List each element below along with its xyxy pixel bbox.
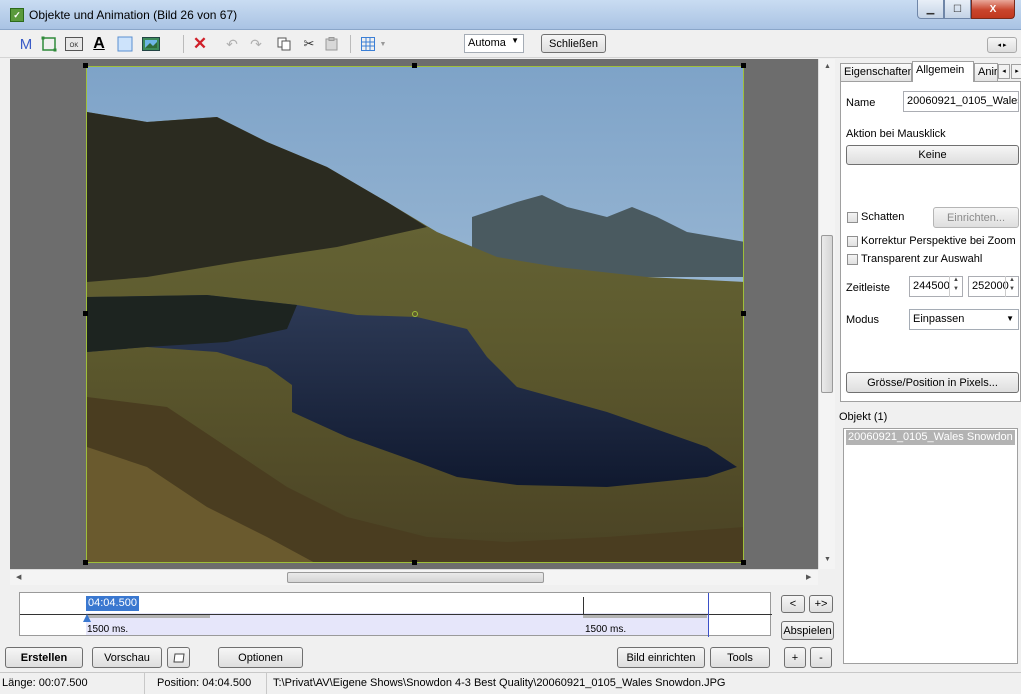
paste-icon[interactable]	[324, 35, 340, 53]
transparent-checkbox[interactable]	[847, 254, 858, 265]
svg-text:OK: OK	[70, 43, 79, 49]
maximize-button[interactable]: ☐	[944, 0, 971, 19]
shadow-checkbox[interactable]	[847, 212, 858, 223]
undo-icon[interactable]: ↶	[224, 35, 240, 53]
scroll-left-icon[interactable]: ◀	[16, 573, 21, 581]
general-tab-page: Name 20060921_0105_Wales Sr Aktion bei M…	[840, 81, 1021, 402]
mode-dropdown[interactable]: Einpassen ▼	[909, 309, 1019, 330]
image-tool-icon[interactable]	[141, 35, 161, 53]
time-start-value: 244500	[913, 280, 950, 292]
vertical-scrollbar[interactable]: ▲ ▼	[818, 59, 835, 569]
name-label: Name	[846, 97, 876, 109]
tab-animation[interactable]: Anir	[974, 63, 998, 81]
app-icon: ✓	[10, 8, 24, 22]
status-bar: Länge: 00:07.500 Position: 04:04.500 T:\…	[0, 672, 1021, 694]
click-action-label: Aktion bei Mausklick	[846, 128, 946, 140]
screen-button[interactable]	[167, 647, 190, 668]
tab-scroll-right-icon[interactable]: ▸	[1011, 64, 1021, 79]
timeline-current-time[interactable]: 04:04.500	[86, 596, 139, 611]
toolbar: M OK A ✕ ↶ ↷ ✂ ▼ Automa ▼ Schließen ◂ ▸	[0, 30, 1021, 58]
perspective-checkbox[interactable]	[847, 236, 858, 247]
shadow-setup-button[interactable]: Einrichten...	[933, 207, 1019, 228]
tab-scroll-left-icon[interactable]: ◂	[998, 64, 1010, 79]
frame-tool-icon[interactable]	[116, 35, 134, 53]
mode-select-value: Automa	[468, 37, 506, 49]
status-position: Position: 04:04.500	[145, 673, 267, 694]
shadow-label: Schatten	[861, 211, 905, 223]
status-length: Länge: 00:07.500	[0, 673, 145, 694]
properties-tabs: Eigenschaften Allgemein Anir ◂ ▸	[840, 61, 1021, 82]
m-tool-icon[interactable]: M	[18, 35, 34, 53]
vertical-scroll-thumb[interactable]	[821, 235, 833, 393]
cut-icon[interactable]: ✂	[302, 35, 316, 53]
window-controls: ▁ ☐ X	[917, 0, 1015, 20]
click-action-button[interactable]: Keine	[846, 145, 1019, 165]
playhead-marker-icon[interactable]	[83, 614, 91, 622]
name-field[interactable]: 20060921_0105_Wales Sr	[903, 91, 1019, 112]
timeline-left-duration: 1500 ms.	[87, 624, 129, 635]
delete-icon[interactable]: ✕	[192, 34, 208, 53]
horizontal-scrollbar[interactable]: ◀ ▶	[10, 569, 818, 585]
mode-dropdown-value: Einpassen	[913, 313, 965, 325]
window-title: Objekte und Animation (Bild 26 von 67)	[29, 8, 238, 22]
add-button[interactable]: +	[784, 647, 806, 668]
time-start-spinner-icon[interactable]: ▲ ▼	[949, 276, 962, 297]
object-list[interactable]: 20060921_0105_Wales Snowdon	[843, 428, 1018, 664]
close-window-button[interactable]: X	[971, 0, 1015, 19]
status-path: T:\Privat\AV\Eigene Shows\Snowdon 4-3 Be…	[273, 677, 726, 689]
horizontal-scroll-thumb[interactable]	[287, 572, 544, 583]
redo-icon[interactable]: ↷	[248, 35, 264, 53]
play-button[interactable]: Abspielen	[781, 621, 834, 640]
grid-icon[interactable]	[360, 35, 376, 53]
chevron-down-icon: ▼	[1006, 314, 1014, 323]
size-position-button[interactable]: Grösse/Position in Pixels...	[846, 372, 1019, 393]
scroll-up-icon[interactable]: ▲	[824, 63, 831, 70]
mode-select[interactable]: Automa ▼	[464, 34, 524, 53]
text-tool-icon[interactable]: A	[91, 35, 107, 53]
mode-label: Modus	[846, 314, 880, 326]
minimize-button[interactable]: ▁	[917, 0, 944, 19]
screen-icon	[172, 653, 185, 662]
transparent-label: Transparent zur Auswahl	[861, 253, 983, 265]
timeline-prev-button[interactable]: <	[781, 595, 805, 613]
timeline-label: Zeitleiste	[846, 282, 891, 294]
grid-dropdown-icon[interactable]: ▼	[378, 35, 388, 53]
perspective-label: Korrektur Perspektive bei Zoom	[861, 235, 1016, 247]
object-list-label: Objekt (1)	[839, 411, 888, 423]
ok-button-tool-icon[interactable]: OK	[65, 35, 83, 53]
timeline[interactable]: 04:04.500 1500 ms. 1500 ms.	[19, 592, 772, 637]
options-button[interactable]: Optionen	[218, 647, 303, 668]
create-button[interactable]: Erstellen	[5, 647, 83, 668]
close-button[interactable]: Schließen	[541, 34, 606, 53]
remove-button[interactable]: -	[810, 647, 832, 668]
panel-scroll-buttons[interactable]: ◂ ▸	[987, 37, 1017, 53]
rotation-center-handle[interactable]	[412, 311, 418, 317]
time-end-value: 252000	[972, 280, 1009, 292]
timeline-right-duration: 1500 ms.	[585, 624, 627, 635]
time-end-spinner-icon[interactable]: ▲ ▼	[1005, 276, 1018, 297]
scroll-right-icon[interactable]: ▶	[806, 573, 811, 581]
rectangle-tool-icon[interactable]	[40, 35, 58, 53]
fit-image-button[interactable]: Bild einrichten	[617, 647, 705, 668]
chevron-down-icon: ▼	[511, 36, 519, 45]
tools-button[interactable]: Tools	[710, 647, 770, 668]
tab-allgemein[interactable]: Allgemein	[912, 61, 974, 82]
preview-button[interactable]: Vorschau	[92, 647, 162, 668]
list-item[interactable]: 20060921_0105_Wales Snowdon	[846, 430, 1015, 445]
scroll-down-icon[interactable]: ▼	[824, 556, 831, 563]
tab-eigenschaften[interactable]: Eigenschaften	[840, 63, 912, 81]
copy-icon[interactable]	[276, 35, 292, 53]
title-bar: ✓ Objekte und Animation (Bild 26 von 67)…	[0, 0, 1021, 30]
timeline-next-button[interactable]: +>	[809, 595, 833, 613]
